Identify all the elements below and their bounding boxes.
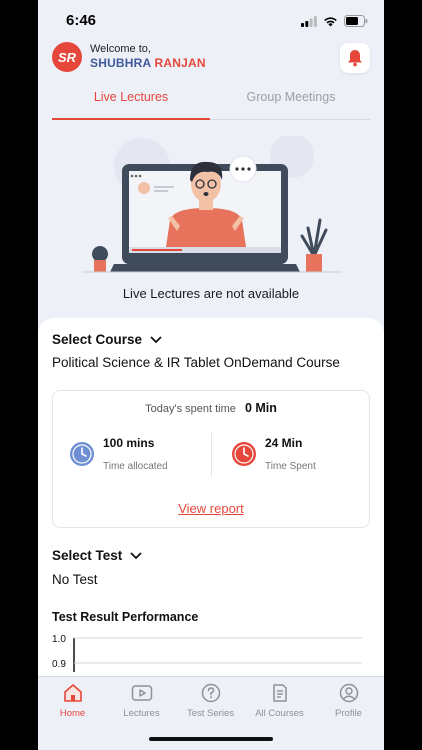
clock-icon [70, 442, 94, 466]
home-icon [63, 684, 82, 702]
time-allocated-stat: 100 mins Time allocated [69, 433, 209, 477]
profile-icon [339, 683, 358, 703]
status-time: 6:46 [66, 12, 97, 29]
chart-y-tick-label: 0.9 [52, 659, 66, 670]
nav-all-courses-label: All Courses [255, 708, 304, 719]
performance-chart: 1.0 0.9 [52, 634, 362, 672]
clock-icon [232, 442, 256, 466]
tab-group-meetings[interactable]: Group Meetings [212, 90, 370, 118]
notifications-button[interactable] [340, 43, 370, 73]
active-tab-indicator [52, 118, 210, 120]
nav-profile-label: Profile [335, 708, 362, 719]
play-icon [131, 685, 152, 701]
signal-icon [301, 15, 317, 27]
performance-title: Test Result Performance [52, 610, 199, 624]
course-card: Select Course Political Science & IR Tab… [38, 318, 384, 688]
nav-lectures[interactable]: Lectures [107, 683, 176, 719]
selected-course: Political Science & IR Tablet OnDemand C… [52, 355, 340, 370]
select-course-dropdown[interactable]: Select Course [52, 332, 162, 347]
brand-logo: SR [52, 42, 82, 72]
home-indicator [149, 737, 273, 741]
battery-icon [344, 15, 368, 27]
document-icon [272, 684, 287, 702]
tab-live-lectures[interactable]: Live Lectures [52, 90, 210, 118]
chevron-down-icon [150, 335, 162, 343]
time-spent-stat: 24 Min Time Spent [231, 433, 361, 477]
select-test-dropdown[interactable]: Select Test [52, 548, 142, 563]
select-test-label: Select Test [52, 548, 123, 563]
nav-lectures-label: Lectures [123, 708, 160, 719]
select-course-label: Select Course [52, 332, 143, 347]
nav-all-courses[interactable]: All Courses [245, 683, 314, 719]
time-allocated-value: 100 mins [103, 436, 155, 450]
selected-test: No Test [52, 572, 98, 587]
brand-name-last: RANJAN [154, 56, 206, 70]
wifi-icon [324, 16, 337, 26]
todays-spent-value: 0 Min [244, 401, 277, 415]
nav-profile[interactable]: Profile [314, 683, 383, 719]
live-lecture-illustration [82, 136, 342, 273]
todays-spent-label: Today's spent time [145, 403, 236, 415]
time-stats-box: Today's spent time 0 Min 100 mins Time a… [52, 390, 370, 528]
question-icon [201, 683, 220, 703]
nav-test-series-label: Test Series [187, 708, 234, 719]
brand-name: SHUBHRA RANJAN [90, 56, 206, 70]
status-bar: 6:46 [38, 0, 384, 40]
welcome-text: Welcome to, [90, 43, 151, 55]
time-spent-label: Time Spent [265, 461, 316, 472]
bell-icon [348, 50, 362, 67]
chevron-down-icon [130, 551, 142, 559]
time-spent-value: 24 Min [265, 436, 303, 450]
nav-home-label: Home [59, 708, 86, 719]
nav-home[interactable]: Home [38, 683, 107, 719]
brand-name-first: SHUBHRA [90, 56, 151, 70]
view-report-link[interactable]: View report [53, 501, 369, 516]
app-header: SR Welcome to, SHUBHRA RANJAN [38, 40, 384, 76]
app-screen: 6:46 SR Welcome to, SHUBHRA RANJAN Live … [38, 0, 384, 750]
live-lectures-empty-message: Live Lectures are not available [122, 286, 300, 301]
stats-divider [211, 433, 212, 477]
nav-test-series[interactable]: Test Series [176, 683, 245, 719]
time-allocated-label: Time allocated [103, 461, 168, 472]
status-icons [301, 15, 368, 27]
chart-y-tick-label: 1.0 [52, 634, 66, 645]
todays-spent-time: Today's spent time 0 Min [53, 401, 369, 415]
lecture-tabs: Live Lectures Group Meetings [52, 90, 370, 120]
